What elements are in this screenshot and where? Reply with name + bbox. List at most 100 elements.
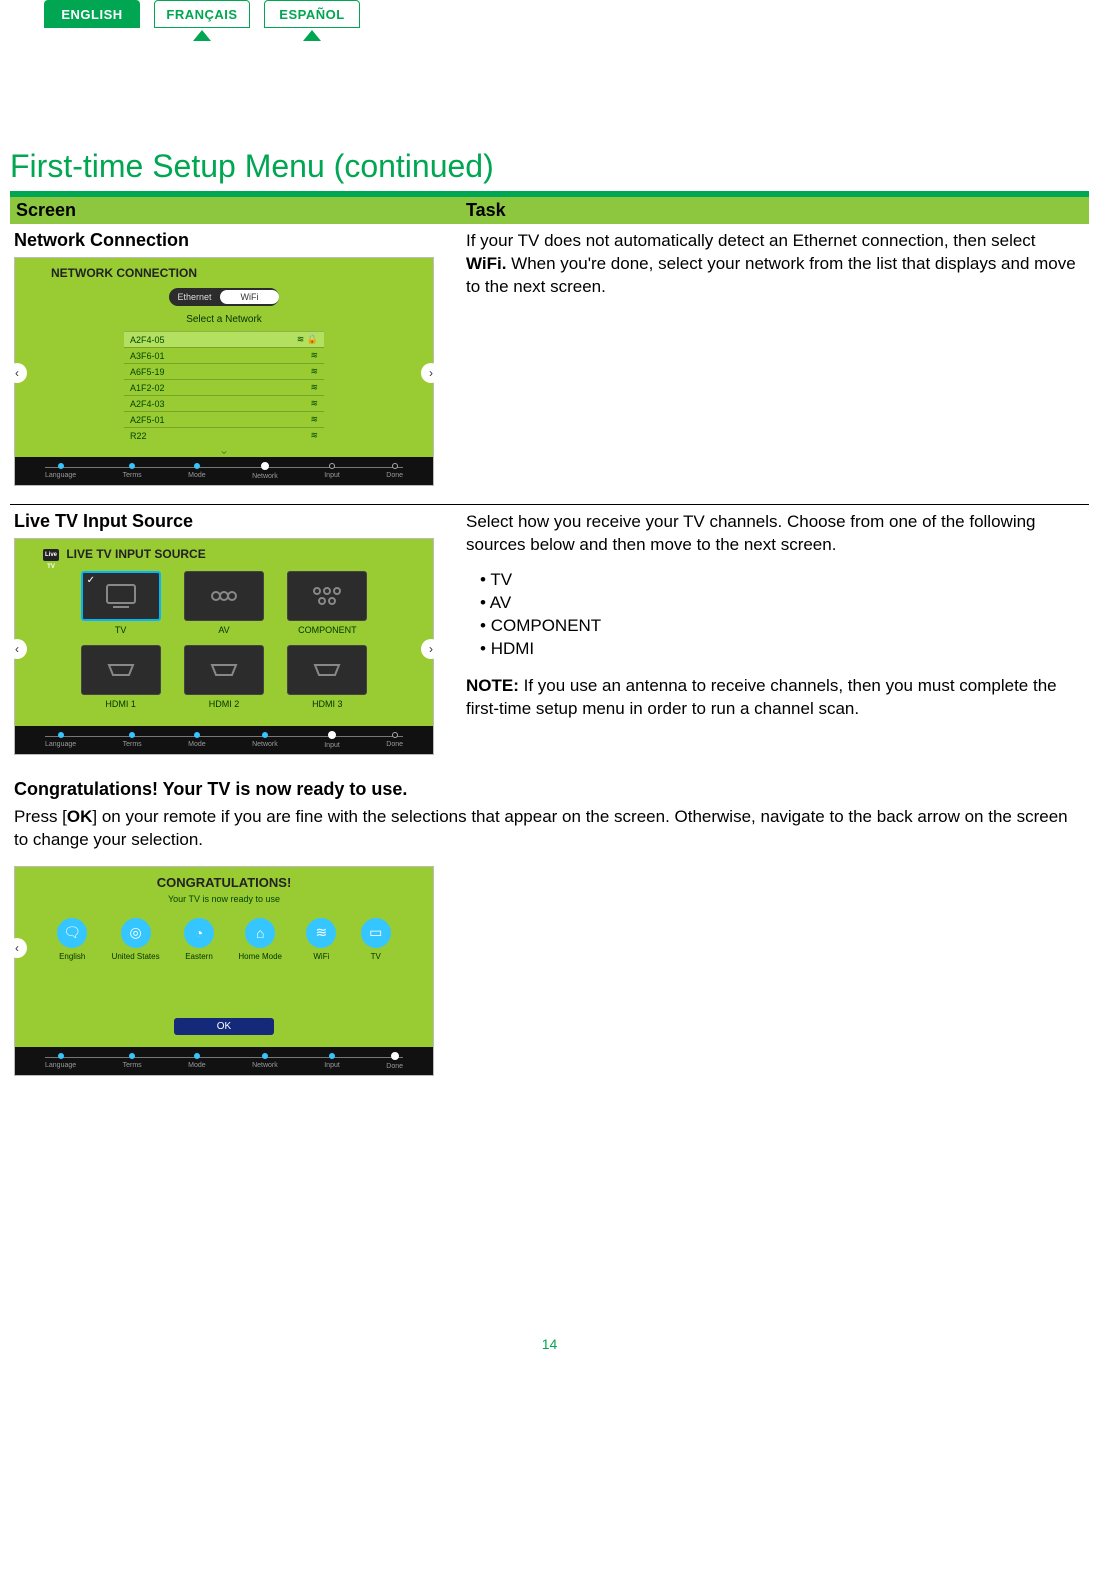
language-tabs: ENGLISH FRANÇAIS ESPAÑOL	[10, 0, 1089, 28]
select-network-label: Select a Network	[15, 314, 433, 325]
page-number: 14	[10, 1336, 1089, 1352]
tab-espanol[interactable]: ESPAÑOL	[264, 0, 360, 28]
step-item: Network	[252, 732, 278, 748]
tab-english[interactable]: ENGLISH	[44, 0, 140, 28]
connection-toggle[interactable]: Ethernet WiFi	[169, 288, 279, 306]
nav-prev-icon[interactable]: ‹	[7, 639, 27, 659]
network-item[interactable]: A2F4-05≋ 🔒	[124, 331, 324, 347]
wifi-icon: ≋	[310, 366, 318, 377]
source-label: HDMI 3	[281, 699, 374, 709]
source-item[interactable]: AV	[177, 571, 270, 635]
livetv-icon: LiveTV	[43, 549, 59, 561]
source-grid: TV AV COMPONENT HDMI 1 HDMI 2 HDMI 3	[74, 571, 374, 709]
network-item[interactable]: A2F5-01≋	[124, 411, 324, 427]
nav-prev-icon[interactable]: ‹	[7, 938, 27, 958]
step-item: Terms	[123, 732, 142, 748]
page-title: First-time Setup Menu (continued)	[10, 148, 1089, 185]
chevron-down-icon[interactable]: ⌄	[15, 443, 433, 457]
bullet-item: AV	[480, 592, 1079, 615]
summary-item: 🗨English	[57, 918, 87, 961]
summary-icon: ◔	[184, 918, 214, 948]
network-list: A2F4-05≋ 🔒A3F6-01≋A6F5-19≋A1F2-02≋A2F4-0…	[124, 331, 324, 443]
step-item: Input	[324, 1053, 340, 1069]
summary-icon: ≋	[306, 918, 336, 948]
summary-label: United States	[112, 952, 160, 961]
bullet-item: TV	[480, 569, 1079, 592]
summary-item: ⌂ Home Mode	[238, 918, 282, 961]
summary-item: ≋ WiFi	[306, 918, 336, 961]
source-thumb	[184, 571, 264, 621]
summary-item: ◎ United States	[112, 918, 160, 961]
step-item: Terms	[123, 463, 142, 479]
input-screenshot: LiveTV LIVE TV INPUT SOURCE ‹ › TVAVCOMP…	[14, 538, 434, 755]
input-task-intro: Select how you receive your TV channels.…	[466, 511, 1079, 557]
bullet-item: HDMI	[480, 638, 1079, 661]
step-item: Mode	[188, 1053, 206, 1069]
congrats-subhead: Congratulations! Your TV is now ready to…	[14, 779, 1089, 800]
source-thumb	[81, 571, 161, 621]
triangle-icon	[303, 30, 321, 41]
step-bar: LanguageTermsModeNetworkInputDone	[15, 726, 433, 754]
summary-item: ▭ TV	[361, 918, 391, 961]
step-item: Language	[45, 463, 76, 479]
summary-icon: ◎	[121, 918, 151, 948]
column-header-task: Task	[460, 197, 1089, 224]
ok-button[interactable]: OK	[174, 1018, 274, 1035]
network-item[interactable]: A3F6-01≋	[124, 347, 324, 363]
summary-item: ◔ Eastern	[184, 918, 214, 961]
input-subhead: Live TV Input Source	[14, 511, 460, 532]
summary-label: Eastern	[185, 952, 213, 961]
wifi-icon: ≋ 🔒	[297, 334, 318, 345]
source-thumb	[184, 645, 264, 695]
row-network: Network Connection NETWORK CONNECTION ‹ …	[10, 224, 1089, 505]
network-item[interactable]: A1F2-02≋	[124, 379, 324, 395]
step-item: Done	[386, 1052, 403, 1070]
congrats-icons: 🗨English ◎ United States ◔ Eastern ⌂ Home Mode…	[15, 918, 433, 961]
network-item[interactable]: A6F5-19≋	[124, 363, 324, 379]
source-thumb	[81, 645, 161, 695]
source-item[interactable]: HDMI 3	[281, 645, 374, 709]
summary-label: WiFi	[313, 952, 329, 961]
summary-label: TV	[371, 952, 381, 961]
source-item[interactable]: TV	[74, 571, 167, 635]
wifi-icon: ≋	[310, 414, 318, 425]
congrats-text: Press [OK] on your remote if you are fin…	[14, 806, 1085, 852]
source-label: HDMI 2	[177, 699, 270, 709]
nav-next-icon[interactable]: ›	[421, 639, 441, 659]
row-input-source: Live TV Input Source LiveTV LIVE TV INPU…	[10, 505, 1089, 773]
congrats-screenshot: CONGRATULATIONS! Your TV is now ready to…	[14, 866, 434, 1076]
source-thumb	[287, 571, 367, 621]
wifi-icon: ≋	[310, 350, 318, 361]
summary-icon: ▭	[361, 918, 391, 948]
tab-francais[interactable]: FRANÇAIS	[154, 0, 250, 28]
step-bar: LanguageTermsModeNetworkInputDone	[15, 457, 433, 485]
source-item[interactable]: HDMI 1	[74, 645, 167, 709]
network-screenshot: NETWORK CONNECTION ‹ › Ethernet WiFi Sel…	[14, 257, 434, 486]
source-label: COMPONENT	[281, 625, 374, 635]
source-label: HDMI 1	[74, 699, 167, 709]
nav-next-icon[interactable]: ›	[421, 363, 441, 383]
summary-icon: ⌂	[245, 918, 275, 948]
input-source-bullets: TVAVCOMPONENTHDMI	[466, 569, 1079, 661]
step-item: Language	[45, 732, 76, 748]
network-task-text: If your TV does not automatically detect…	[466, 230, 1079, 299]
congrats-shot-title: CONGRATULATIONS!	[15, 867, 433, 890]
source-label: AV	[177, 625, 270, 635]
nav-prev-icon[interactable]: ‹	[7, 363, 27, 383]
triangle-icon	[83, 31, 101, 42]
network-item[interactable]: R22≋	[124, 427, 324, 443]
summary-label: Home Mode	[238, 952, 282, 961]
column-header-row: Screen Task	[10, 197, 1089, 224]
network-subhead: Network Connection	[14, 230, 460, 251]
network-item[interactable]: A2F4-03≋	[124, 395, 324, 411]
step-item: Mode	[188, 732, 206, 748]
step-item: Done	[386, 463, 403, 479]
summary-label: English	[59, 952, 85, 961]
step-item: Language	[45, 1053, 76, 1069]
toggle-wifi: WiFi	[220, 290, 279, 304]
network-shot-title: NETWORK CONNECTION	[15, 258, 433, 280]
source-item[interactable]: COMPONENT	[281, 571, 374, 635]
source-item[interactable]: HDMI 2	[177, 645, 270, 709]
step-item: Terms	[123, 1053, 142, 1069]
step-item: Done	[386, 732, 403, 748]
